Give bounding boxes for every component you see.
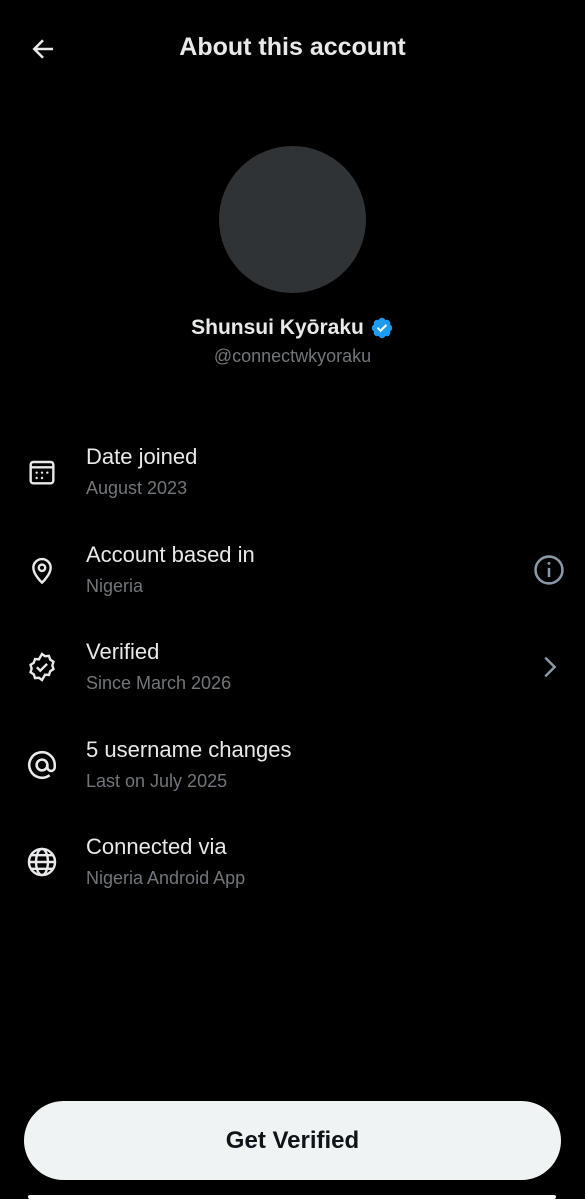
info-subtitle: Last on July 2025 (86, 770, 228, 791)
verified-details-chevron[interactable] (531, 649, 567, 685)
info-subtitle: Since March 2026 (86, 673, 232, 693)
info-title: 5 username changes (86, 736, 292, 762)
location-pin-icon (32, 557, 52, 584)
avatar[interactable] (219, 146, 366, 293)
about-account-screen: About this account Shunsui Kyōraku @conn… (0, 0, 585, 1199)
info-row-connected-via: Connected via Nigeria Android App (0, 820, 585, 918)
verified-badge-icon (371, 317, 393, 339)
info-row-username-changes: 5 username changes Last on July 2025 (0, 723, 585, 821)
account-location-info-button[interactable] (531, 552, 567, 588)
get-verified-button[interactable]: Get Verified (24, 1101, 561, 1180)
info-title: Account based in (86, 541, 255, 567)
chevron-right-icon (544, 656, 557, 678)
name-row: Shunsui Kyōraku (0, 316, 585, 340)
info-title: Date joined (86, 444, 198, 469)
info-subtitle: August 2023 (86, 478, 188, 498)
display-name: Shunsui Kyōraku (191, 316, 364, 339)
username-handle: @connectwkyoraku (213, 346, 372, 366)
info-row-date-joined: Date joined August 2023 (0, 430, 585, 528)
home-indicator (28, 1195, 556, 1199)
calendar-icon (29, 460, 55, 485)
header: About this account (0, 0, 585, 100)
info-row-account-based-in: Account based in Nigeria (0, 528, 585, 626)
info-icon (534, 554, 564, 585)
info-title: Verified (86, 639, 160, 664)
page-title: About this account (179, 33, 406, 61)
verified-badge-icon (29, 652, 55, 682)
info-subtitle: Nigeria (86, 575, 144, 596)
account-info-list: Date joined August 2023 Account based in… (0, 430, 585, 918)
globe-icon (27, 847, 57, 877)
info-title: Connected via (86, 834, 227, 859)
info-row-verified[interactable]: Verified Since March 2026 (0, 625, 585, 723)
info-subtitle: Nigeria Android App (86, 868, 246, 888)
at-sign-icon (28, 750, 57, 779)
